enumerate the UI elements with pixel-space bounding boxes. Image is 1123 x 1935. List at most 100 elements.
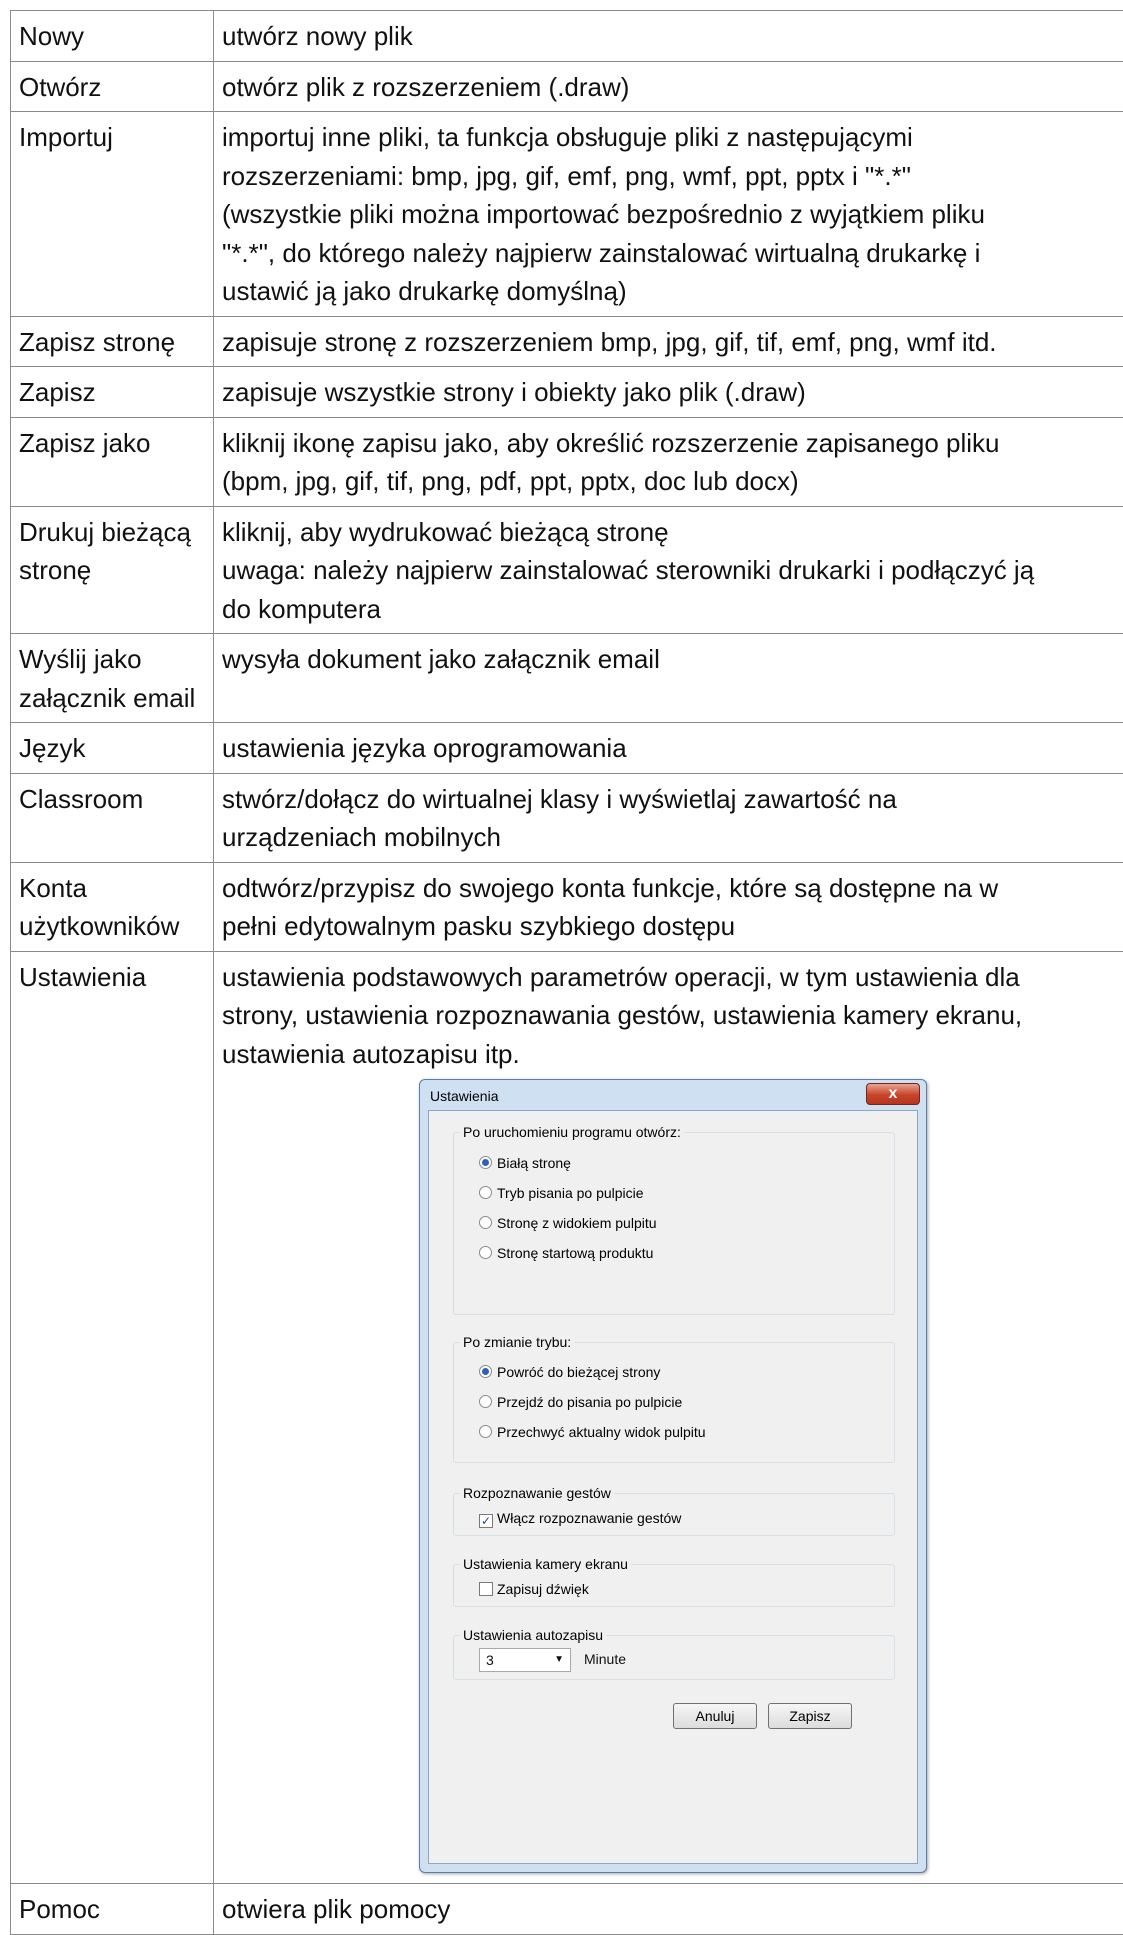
function-description-cell: importuj inne pliki, ta funkcja obsługuj… [214, 112, 1123, 317]
function-description: (wszystkie pliki można importować bezpoś… [222, 195, 1115, 234]
startup-option-2[interactable]: Stronę z widokiem pulpitu [479, 1214, 657, 1232]
table-row: Nowy utwórz nowy plik [11, 11, 1123, 62]
function-name-cell: Wyślij jakozałącznik email [11, 634, 214, 723]
function-description: pełni edytowalnym pasku szybkiego dostęp… [222, 907, 1115, 946]
function-description: do komputera [222, 590, 1115, 629]
function-description-cell: wysyła dokument jako załącznik email [214, 634, 1123, 723]
function-name-cell: Nowy [11, 11, 214, 62]
function-name-cell: Pomoc [11, 1884, 214, 1935]
option-label: Powróć do bieżącej strony [497, 1364, 660, 1380]
function-name-cell: Otwórz [11, 61, 214, 112]
radio-icon [479, 1246, 492, 1259]
function-description-cell: stwórz/dołącz do wirtualnej klasy i wyśw… [214, 773, 1123, 862]
function-description: kliknij ikonę zapisu jako, aby określić … [222, 424, 1115, 463]
startup-option-0[interactable]: Białą stronę [479, 1154, 571, 1172]
function-name: stronę [19, 551, 205, 590]
startup-option-3[interactable]: Stronę startową produktu [479, 1244, 653, 1262]
close-icon[interactable]: x [866, 1083, 920, 1105]
function-name: Otwórz [19, 68, 205, 107]
function-name: Konta [19, 869, 205, 908]
mode-option-2[interactable]: Przechwyć aktualny widok pulpitu [479, 1423, 706, 1441]
function-description: zapisuje stronę z rozszerzeniem bmp, jpg… [222, 323, 1115, 362]
function-name: Zapisz stronę [19, 323, 205, 362]
checkbox-label: Włącz rozpoznawanie gestów [497, 1510, 681, 1526]
autosave-legend: Ustawienia autozapisu [460, 1626, 606, 1644]
function-name-cell: Ustawienia [11, 951, 214, 1884]
function-description-cell: zapisuje wszystkie strony i obiekty jako… [214, 367, 1123, 418]
table-row: Językustawienia języka oprogramowania [11, 723, 1123, 774]
function-name: użytkowników [19, 907, 205, 946]
radio-icon [479, 1365, 492, 1378]
function-description: odtwórz/przypisz do swojego konta funkcj… [222, 869, 1115, 908]
function-description-cell: otwórz plik z rozszerzeniem (.draw) [214, 61, 1123, 112]
mode-option-0[interactable]: Powróć do bieżącej strony [479, 1363, 660, 1381]
function-description: ustawienia języka oprogramowania [222, 729, 1115, 768]
function-description-cell: otwiera plik pomocy [214, 1884, 1123, 1935]
radio-icon [479, 1216, 492, 1229]
checkbox-label: Zapisuj dźwięk [497, 1581, 589, 1597]
function-name: załącznik email [19, 679, 205, 718]
function-description: kliknij, aby wydrukować bieżącą stronę [222, 513, 1115, 552]
function-name: Ustawienia [19, 958, 205, 997]
function-description: stwórz/dołącz do wirtualnej klasy i wyśw… [222, 780, 1115, 819]
mode-change-legend: Po zmianie trybu: [460, 1333, 574, 1351]
function-name: Importuj [19, 118, 205, 157]
table-row: Pomoc otwiera plik pomocy [11, 1884, 1123, 1935]
dialog-titlebar: Ustawienia x [420, 1080, 926, 1110]
cancel-button[interactable]: Anuluj [673, 1703, 757, 1729]
function-description: ustawić ją jako drukarkę domyślną) [222, 272, 1115, 311]
menu-functions-table: Nowy utwórz nowy plik Otwórz otwórz plik z … [10, 10, 1123, 1935]
option-label: Białą stronę [497, 1155, 571, 1171]
startup-option-1[interactable]: Tryb pisania po pulpicie [479, 1184, 644, 1202]
startup-legend: Po uruchomieniu programu otwórz: [460, 1123, 684, 1141]
function-description-cell: kliknij, aby wydrukować bieżącą stronęuw… [214, 506, 1123, 634]
table-row: Drukuj bieżącąstronękliknij, aby wydruko… [11, 506, 1123, 634]
function-description: otwórz plik z rozszerzeniem (.draw) [222, 68, 1115, 107]
function-name-cell: Zapisz [11, 367, 214, 418]
function-name: Zapisz [19, 373, 205, 412]
function-name: Classroom [19, 780, 205, 819]
table-row: Wyślij jakozałącznik emailwysyła dokumen… [11, 634, 1123, 723]
function-name-cell: Classroom [11, 773, 214, 862]
option-label: Stronę startową produktu [497, 1245, 653, 1261]
function-description-cell: ustawienia języka oprogramowania [214, 723, 1123, 774]
function-description: utwórz nowy plik [222, 17, 1115, 56]
function-description: "*.*", do którego należy najpierw zainst… [222, 234, 1115, 273]
function-description-cell: ustawienia podstawowych parametrów opera… [214, 951, 1123, 1884]
table-row: Zapisz stronę zapisuje stronę z rozszerze… [11, 316, 1123, 367]
function-description: (bpm, jpg, gif, tif, png, pdf, ppt, pptx… [222, 462, 1115, 501]
radio-icon [479, 1425, 492, 1438]
radio-icon [479, 1186, 492, 1199]
dialog-title: Ustawienia [430, 1087, 498, 1105]
dialog-body: Po uruchomieniu programu otwórz: Po zmia… [428, 1110, 918, 1864]
settings-dialog: Ustawienia x Po uruchomieniu programu ot… [419, 1079, 927, 1873]
function-description-cell: odtwórz/przypisz do swojego konta funkcj… [214, 862, 1123, 951]
table-row: Otwórz otwórz plik z rozszerzeniem (.draw… [11, 61, 1123, 112]
autosave-interval-select[interactable]: 3 ▼ [479, 1648, 571, 1672]
table-row: Kontaużytkownikówodtwórz/przypisz do swo… [11, 862, 1123, 951]
checkbox-icon: ✓ [479, 1514, 493, 1528]
function-name-cell: Zapisz stronę [11, 316, 214, 367]
function-description: urządzeniach mobilnych [222, 818, 1115, 857]
function-description-cell: zapisuje stronę z rozszerzeniem bmp, jpg… [214, 316, 1123, 367]
document-page: Nowy utwórz nowy plik Otwórz otwórz plik z … [0, 0, 1123, 1798]
function-name: Zapisz jako [19, 424, 205, 463]
gestures-legend: Rozpoznawanie gestów [460, 1484, 614, 1502]
function-description: ustawienia autozapisu itp. [222, 1035, 1115, 1074]
gestures-checkbox[interactable]: ✓ Włącz rozpoznawanie gestów [479, 1509, 681, 1528]
save-button[interactable]: Zapisz [768, 1703, 852, 1729]
function-name-cell: Zapisz jako [11, 417, 214, 506]
function-name-cell: Drukuj bieżącąstronę [11, 506, 214, 634]
sound-checkbox[interactable]: Zapisuj dźwięk [479, 1580, 589, 1598]
function-name: Wyślij jako [19, 640, 205, 679]
function-description: rozszerzeniami: bmp, jpg, gif, emf, png,… [222, 157, 1115, 196]
mode-option-1[interactable]: Przejdź do pisania po pulpicie [479, 1393, 682, 1411]
function-name: Nowy [19, 17, 205, 56]
table-row: Zapiszzapisuje wszystkie strony i obiekt… [11, 367, 1123, 418]
function-name-cell: Kontaużytkowników [11, 862, 214, 951]
camera-legend: Ustawienia kamery ekranu [460, 1555, 631, 1573]
function-description: ustawienia podstawowych parametrów opera… [222, 958, 1115, 997]
function-name: Pomoc [19, 1890, 205, 1929]
function-name-cell: Importuj [11, 112, 214, 317]
function-description: otwiera plik pomocy [222, 1890, 1115, 1929]
